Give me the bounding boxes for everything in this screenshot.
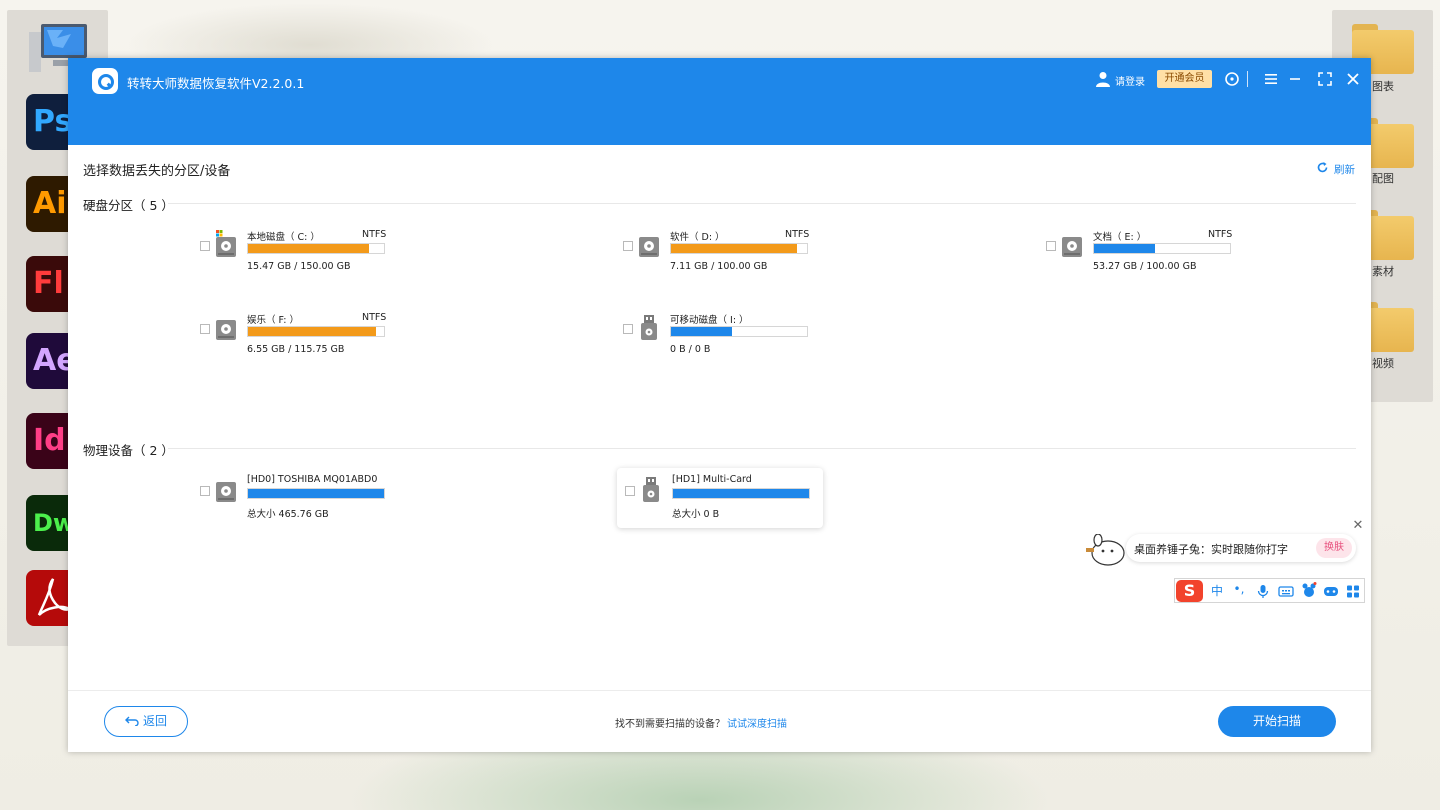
drive-usage-bar bbox=[247, 488, 385, 499]
drive-size: 6.55 GB / 115.75 GB bbox=[247, 344, 345, 355]
drive-usage-bar bbox=[1093, 243, 1231, 254]
close-icon[interactable] bbox=[1344, 70, 1362, 88]
skin-icon[interactable] bbox=[1301, 582, 1317, 599]
hard-drive-icon bbox=[216, 482, 236, 502]
ime-mode-toggle[interactable]: 中 bbox=[1209, 582, 1225, 599]
ime-punct-toggle[interactable]: •, bbox=[1231, 582, 1247, 596]
minimize-icon[interactable] bbox=[1286, 70, 1304, 88]
back-button[interactable]: 返回 bbox=[104, 706, 188, 737]
back-label: 返回 bbox=[142, 714, 167, 728]
usb-drive-icon bbox=[643, 477, 659, 502]
drive-usage-fill bbox=[673, 489, 809, 498]
drive-size: 0 B / 0 B bbox=[670, 344, 711, 355]
drive-name: 软件（ D: ） bbox=[670, 232, 725, 243]
hard-drive-icon bbox=[216, 230, 236, 257]
drive-usage-bar bbox=[670, 326, 808, 337]
drive-size: 7.11 GB / 100.00 GB bbox=[670, 261, 768, 272]
drive-size: 总大小 0 B bbox=[672, 509, 720, 520]
ime-tip-bubble[interactable]: 桌面养锤子兔：实时跟随你打字 换肤 bbox=[1126, 534, 1356, 562]
folder-label: 配图 bbox=[1372, 172, 1394, 185]
drive-name: 娱乐（ F: ） bbox=[247, 315, 299, 326]
titlebar-separator bbox=[1247, 71, 1248, 87]
drive-usage-bar bbox=[672, 488, 810, 499]
drive-item[interactable]: [HD1] Multi-Card 总大小 0 B bbox=[617, 468, 823, 528]
folder-label: 素材 bbox=[1372, 265, 1394, 278]
app-logo-icon bbox=[92, 68, 118, 94]
drive-name: [HD1] Multi-Card bbox=[672, 474, 752, 485]
title-bar: 转转大师数据恢复软件V2.2.0.1 请登录 开通会员 bbox=[68, 58, 1371, 145]
keyboard-icon[interactable] bbox=[1278, 584, 1294, 599]
drive-usage-fill bbox=[1094, 244, 1155, 253]
divider bbox=[168, 448, 1356, 449]
sogou-logo-icon[interactable]: S bbox=[1176, 580, 1203, 602]
app-window: 转转大师数据恢复软件V2.2.0.1 请登录 开通会员 选择数据丢失的分区/设备 bbox=[68, 58, 1371, 752]
game-icon[interactable] bbox=[1323, 584, 1339, 599]
footer-divider bbox=[68, 690, 1371, 691]
devices-title: 物理设备（ 2 ） bbox=[83, 443, 174, 458]
rabbit-mascot-icon bbox=[1086, 534, 1125, 566]
menu-icon[interactable] bbox=[1262, 70, 1280, 88]
deep-scan-link[interactable]: 试试深度扫描 bbox=[727, 715, 787, 730]
hard-drive-icon bbox=[1062, 237, 1082, 257]
login-link[interactable]: 请登录 bbox=[1115, 73, 1145, 88]
hard-drive-icon bbox=[639, 237, 659, 257]
drive-usage-bar bbox=[670, 243, 808, 254]
refresh-icon[interactable] bbox=[1316, 161, 1329, 174]
drive-item[interactable]: [HD0] TOSHIBA MQ01ABD0 总大小 465.76 GB bbox=[200, 474, 400, 530]
usb-drive-icon bbox=[641, 315, 657, 340]
drive-item[interactable]: 本地磁盘（ C: ） NTFS 15.47 GB / 150.00 GB bbox=[200, 229, 400, 285]
ime-tip-text: 桌面养锤子兔：实时跟随你打字 bbox=[1134, 543, 1288, 556]
drive-item[interactable]: 可移动磁盘（ I: ） 0 B / 0 B bbox=[623, 312, 823, 368]
ime-close-icon[interactable]: ✕ bbox=[1351, 519, 1365, 533]
drive-filesystem: NTFS bbox=[362, 312, 387, 323]
divider bbox=[168, 203, 1356, 204]
ime-toolbar: S 中 •, bbox=[1174, 578, 1365, 603]
hint-text: 找不到需要扫描的设备？ bbox=[615, 719, 725, 730]
drive-size: 总大小 465.76 GB bbox=[247, 509, 329, 520]
drive-usage-fill bbox=[248, 327, 376, 336]
drive-item[interactable]: 娱乐（ F: ） NTFS 6.55 GB / 115.75 GB bbox=[200, 312, 400, 368]
app-title: 转转大师数据恢复软件V2.2.0.1 bbox=[127, 76, 305, 91]
partitions-title: 硬盘分区（ 5 ） bbox=[83, 198, 174, 213]
drive-item[interactable]: 软件（ D: ） NTFS 7.11 GB / 100.00 GB bbox=[623, 229, 823, 285]
hard-drive-icon bbox=[216, 320, 236, 340]
support-icon[interactable] bbox=[1223, 70, 1241, 88]
drive-usage-fill bbox=[248, 244, 369, 253]
drive-usage-bar bbox=[247, 326, 385, 337]
refresh-button[interactable]: 刷新 bbox=[1334, 162, 1355, 177]
vip-button[interactable]: 开通会员 bbox=[1157, 70, 1212, 88]
drive-usage-fill bbox=[671, 327, 732, 336]
user-icon[interactable] bbox=[1096, 71, 1110, 87]
maximize-icon[interactable] bbox=[1316, 70, 1334, 88]
drive-name: 可移动磁盘（ I: ） bbox=[670, 315, 749, 326]
drive-usage-fill bbox=[248, 489, 384, 498]
drive-filesystem: NTFS bbox=[1208, 229, 1233, 240]
back-arrow-icon bbox=[124, 716, 139, 727]
drive-size: 53.27 GB / 100.00 GB bbox=[1093, 261, 1197, 272]
drive-name: [HD0] TOSHIBA MQ01ABD0 bbox=[247, 474, 378, 485]
drive-name: 文档（ E: ） bbox=[1093, 232, 1147, 243]
folder-label: 视频 bbox=[1372, 357, 1394, 370]
page-title: 选择数据丢失的分区/设备 bbox=[83, 164, 231, 179]
start-scan-button[interactable]: 开始扫描 bbox=[1218, 706, 1336, 737]
grid-icon[interactable] bbox=[1345, 584, 1361, 599]
change-skin-button[interactable]: 换肤 bbox=[1316, 538, 1352, 558]
drive-filesystem: NTFS bbox=[785, 229, 810, 240]
drive-name: 本地磁盘（ C: ） bbox=[247, 232, 320, 243]
mic-icon[interactable] bbox=[1255, 584, 1271, 599]
drive-usage-fill bbox=[671, 244, 797, 253]
drive-usage-bar bbox=[247, 243, 385, 254]
drive-size: 15.47 GB / 150.00 GB bbox=[247, 261, 351, 272]
drive-filesystem: NTFS bbox=[362, 229, 387, 240]
drive-item[interactable]: 文档（ E: ） NTFS 53.27 GB / 100.00 GB bbox=[1046, 229, 1246, 285]
folder-label: 图表 bbox=[1372, 80, 1394, 93]
